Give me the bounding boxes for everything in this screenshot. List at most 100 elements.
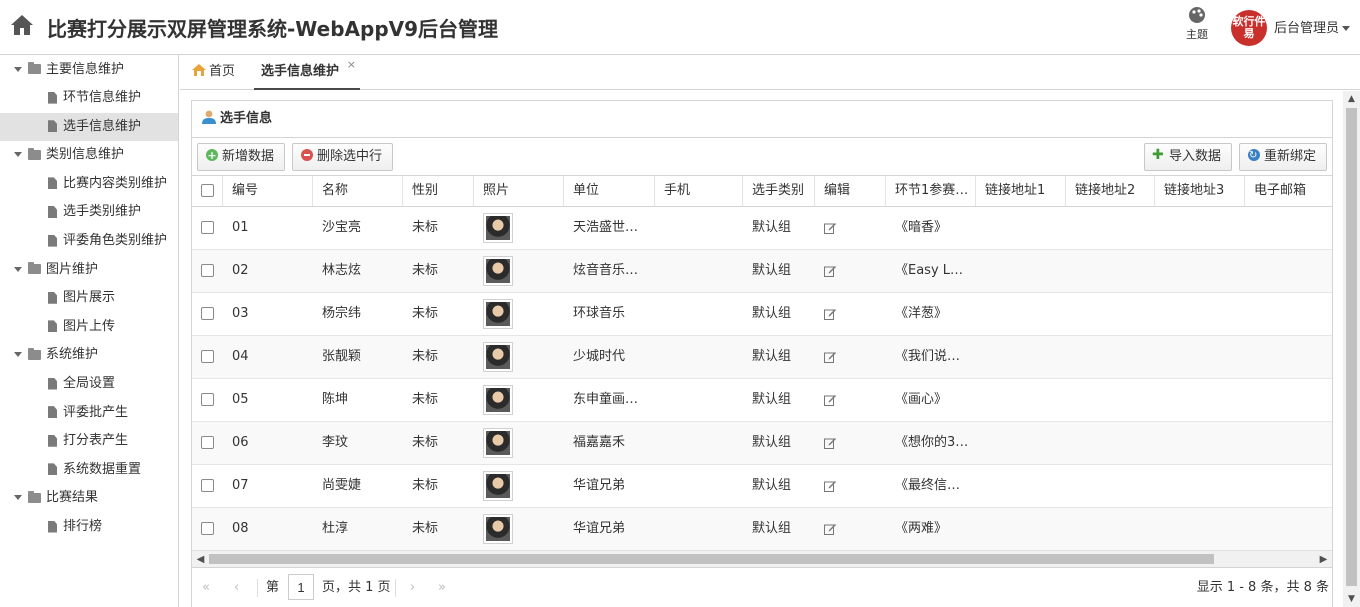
sidebar-item-data-reset[interactable]: 系统数据重置 — [0, 456, 178, 485]
sidebar-item-image-display[interactable]: 图片展示 — [0, 284, 178, 313]
rebind-button[interactable]: 重新绑定 — [1239, 143, 1328, 171]
tab-contestant-info[interactable]: 选手信息维护 × — [254, 55, 360, 90]
sidebar-group-results[interactable]: 比赛结果 — [0, 484, 178, 513]
edit-icon[interactable] — [824, 437, 836, 449]
sidebar-group-main-info[interactable]: 主要信息维护 — [0, 56, 178, 85]
cell-edit — [815, 379, 886, 421]
vertical-scrollbar[interactable]: ▲ ▼ — [1343, 91, 1360, 607]
edit-icon[interactable] — [824, 523, 836, 535]
scroll-left-icon[interactable]: ◀ — [192, 552, 209, 567]
sidebar-item-contestant-info[interactable]: 选手信息维护 — [0, 112, 178, 142]
next-page-icon[interactable]: › — [410, 578, 415, 598]
table-row[interactable]: 08 杜淳 未标 华谊兄弟 默认组 《两难》 — [192, 508, 1332, 551]
table-row[interactable]: 04 张靓颖 未标 少城时代 默认组 《我们说… — [192, 336, 1332, 379]
sidebar-item-score-sheet[interactable]: 打分表产生 — [0, 427, 178, 456]
sidebar-group-category[interactable]: 类别信息维护 — [0, 141, 178, 170]
col-header-category[interactable]: 选手类别 — [743, 176, 815, 206]
contestant-photo[interactable] — [483, 255, 513, 286]
table-row[interactable]: 02 林志炫 未标 炫音音乐… 默认组 《Easy L… — [192, 250, 1332, 293]
scroll-down-icon[interactable]: ▼ — [1343, 591, 1360, 607]
col-header-email[interactable]: 电子邮箱 — [1245, 176, 1332, 206]
sidebar-item-global-settings[interactable]: 全局设置 — [0, 370, 178, 399]
sidebar-item-judge-role-category[interactable]: 评委角色类别维护 — [0, 227, 178, 256]
contestant-photo[interactable] — [483, 341, 513, 372]
app-header: 比赛打分展示双屏管理系统-WebAppV9后台管理 主题 软行件易 后台管理员 — [0, 0, 1360, 55]
contestant-photo[interactable] — [483, 470, 513, 501]
last-page-icon[interactable]: » — [438, 578, 446, 598]
sidebar-group-label: 主要信息维护 — [46, 61, 125, 77]
horizontal-scrollbar[interactable]: ◀ ▶ — [192, 550, 1332, 567]
edit-icon[interactable] — [824, 351, 836, 363]
col-header-photo[interactable]: 照片 — [474, 176, 564, 206]
row-checkbox[interactable] — [201, 221, 214, 234]
edit-icon[interactable] — [824, 308, 836, 320]
panel-header: 选手信息 — [192, 101, 1332, 138]
row-checkbox[interactable] — [201, 522, 214, 535]
delete-selected-button[interactable]: 删除选中行 — [292, 143, 394, 171]
col-header-stage1[interactable]: 环节1参赛… — [886, 176, 976, 206]
contestant-photo[interactable] — [483, 427, 513, 458]
refresh-icon — [1248, 143, 1260, 169]
table-row[interactable]: 03 杨宗纬 未标 环球音乐 默认组 《洋葱》 — [192, 293, 1332, 336]
sidebar-group-system[interactable]: 系统维护 — [0, 341, 178, 370]
col-header-phone[interactable]: 手机 — [655, 176, 743, 206]
row-checkbox[interactable] — [201, 479, 214, 492]
tab-home[interactable]: 首页 — [192, 55, 235, 90]
contestant-photo[interactable] — [483, 298, 513, 329]
page-number-input[interactable] — [288, 574, 314, 600]
vertical-scroll-thumb[interactable] — [1346, 108, 1357, 586]
select-all-checkbox[interactable] — [201, 184, 214, 197]
theme-label: 主题 — [1186, 28, 1208, 41]
contestant-photo[interactable] — [483, 384, 513, 415]
scroll-up-icon[interactable]: ▲ — [1343, 91, 1360, 107]
sidebar-item-ranking[interactable]: 排行榜 — [0, 513, 178, 542]
col-header-edit[interactable]: 编辑 — [815, 176, 886, 206]
edit-icon[interactable] — [824, 394, 836, 406]
contestant-photo[interactable] — [483, 513, 513, 544]
horizontal-scroll-thumb[interactable] — [209, 554, 1214, 564]
col-header-gender[interactable]: 性别 — [403, 176, 474, 206]
sidebar-item-contestant-category[interactable]: 选手类别维护 — [0, 198, 178, 227]
panel-title: 选手信息 — [220, 111, 273, 126]
table-row[interactable]: 07 尚雯婕 未标 华谊兄弟 默认组 《最终信… — [192, 465, 1332, 508]
edit-icon[interactable] — [824, 480, 836, 492]
sidebar-item-stage-info[interactable]: 环节信息维护 — [0, 84, 178, 113]
sidebar-group-images[interactable]: 图片维护 — [0, 256, 178, 285]
user-menu[interactable]: 后台管理员 — [1274, 17, 1351, 36]
expand-icon — [14, 495, 22, 501]
import-data-button[interactable]: 导入数据 — [1144, 142, 1233, 171]
cell-category: 默认组 — [752, 478, 792, 493]
sidebar-item-judge-batch[interactable]: 评委批产生 — [0, 399, 178, 428]
contestant-photo[interactable] — [483, 212, 513, 243]
home-icon[interactable] — [10, 14, 34, 36]
col-header-unit[interactable]: 单位 — [564, 176, 655, 206]
sidebar-item-image-upload[interactable]: 图片上传 — [0, 313, 178, 342]
col-header-id[interactable]: 编号 — [223, 176, 313, 206]
close-icon[interactable]: × — [347, 48, 356, 81]
row-checkbox[interactable] — [201, 393, 214, 406]
table-row[interactable]: 01 沙宝亮 未标 天浩盛世… 默认组 《暗香》 — [192, 207, 1332, 250]
row-checkbox[interactable] — [201, 436, 214, 449]
theme-button[interactable]: 主题 — [1180, 6, 1214, 46]
edit-icon[interactable] — [824, 265, 836, 277]
expand-icon — [14, 152, 22, 158]
col-header-link1[interactable]: 链接地址1 — [976, 176, 1066, 206]
table-row[interactable]: 05 陈坤 未标 东申童画… 默认组 《画心》 — [192, 379, 1332, 422]
add-row-button[interactable]: 新增数据 — [197, 143, 286, 171]
row-checkbox[interactable] — [201, 264, 214, 277]
scroll-right-icon[interactable]: ▶ — [1315, 552, 1332, 567]
user-name: 后台管理员 — [1274, 21, 1340, 36]
sidebar: 主要信息维护 环节信息维护 选手信息维护 类别信息维护 比赛内容类别维护 选手类… — [0, 55, 179, 607]
edit-icon[interactable] — [824, 222, 836, 234]
table-row[interactable]: 06 李玟 未标 福嘉嘉禾 默认组 《想你的3… — [192, 422, 1332, 465]
col-header-name[interactable]: 名称 — [313, 176, 403, 206]
col-header-link2[interactable]: 链接地址2 — [1066, 176, 1155, 206]
avatar[interactable]: 软行件易 — [1231, 10, 1267, 46]
folder-icon — [28, 262, 41, 275]
row-checkbox[interactable] — [201, 307, 214, 320]
sidebar-item-content-category[interactable]: 比赛内容类别维护 — [0, 170, 178, 199]
prev-page-icon[interactable]: ‹ — [234, 578, 239, 598]
first-page-icon[interactable]: « — [202, 578, 210, 598]
col-header-link3[interactable]: 链接地址3 — [1155, 176, 1245, 206]
row-checkbox[interactable] — [201, 350, 214, 363]
